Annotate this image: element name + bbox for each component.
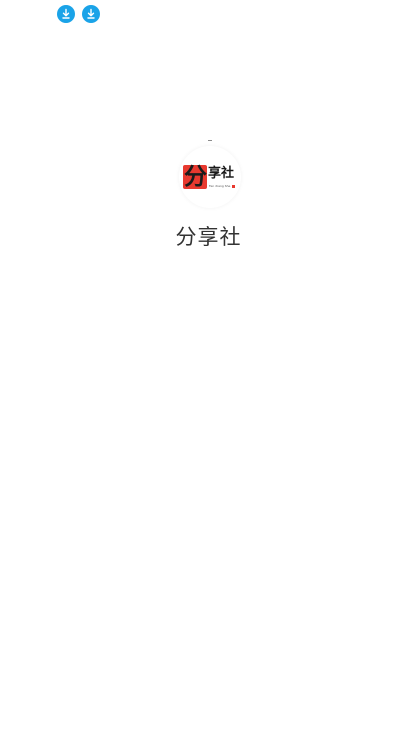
logo-mark: [208, 140, 212, 141]
logo-pinyin: Fen Xiang She: [209, 184, 231, 188]
logo-side-chars: 享社: [208, 166, 235, 181]
logo-dot: [232, 185, 235, 188]
app-name: 分享社: [175, 225, 242, 249]
logo-seal-char: 分: [184, 163, 207, 190]
splash-screen: 分 享社 Fen Xiang She 分享社: [0, 0, 417, 741]
